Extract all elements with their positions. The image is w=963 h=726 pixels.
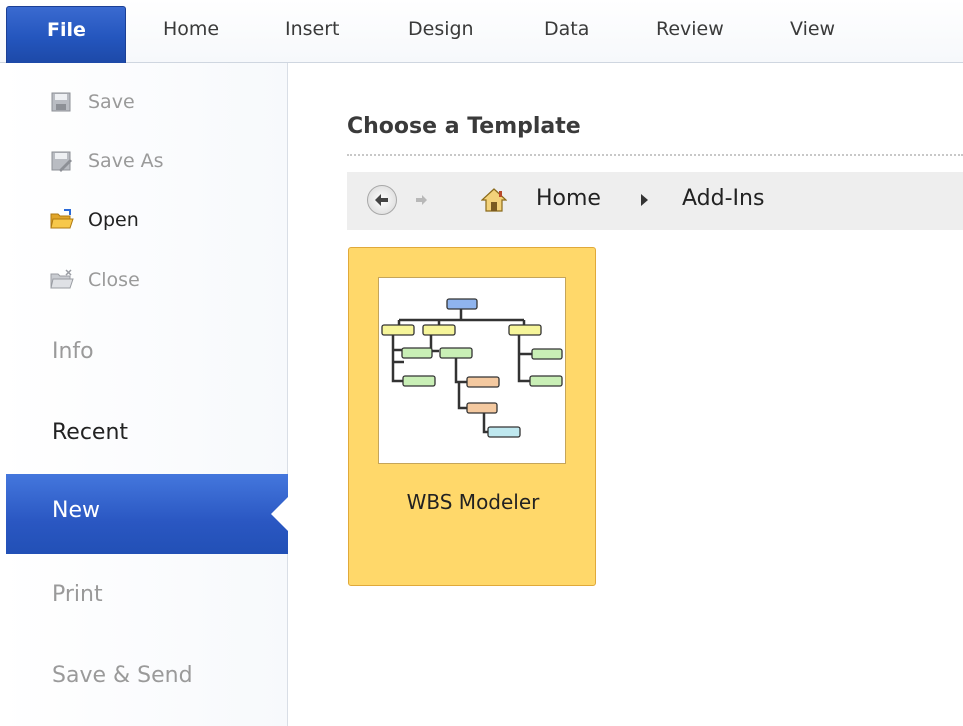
chevron-right-icon <box>641 194 648 206</box>
title-divider <box>347 154 963 156</box>
backstage-sidebar: Save Save As Open Close Info Recent New … <box>0 63 289 726</box>
breadcrumb: Home Add-Ins <box>347 172 963 230</box>
page-title: Choose a Template <box>347 114 581 139</box>
section-info[interactable]: Info <box>52 339 94 364</box>
open-folder-icon <box>50 209 74 231</box>
selection-arrow-icon <box>271 496 289 532</box>
section-recent[interactable]: Recent <box>52 420 128 445</box>
ribbon-tab-bar: File Home Insert Design Data Review View <box>0 0 963 63</box>
forward-button[interactable] <box>411 189 433 211</box>
breadcrumb-add-ins[interactable]: Add-Ins <box>682 186 764 211</box>
open-command[interactable]: Open <box>50 205 139 235</box>
save-icon <box>50 91 72 113</box>
template-thumbnail <box>378 277 566 464</box>
section-new[interactable]: New <box>6 474 289 554</box>
close-command[interactable]: Close <box>50 265 140 295</box>
save-command[interactable]: Save <box>50 87 135 117</box>
close-folder-icon <box>50 269 74 291</box>
home-icon[interactable] <box>480 187 508 213</box>
tab-insert[interactable]: Insert <box>285 18 340 40</box>
save-label: Save <box>88 91 135 113</box>
breadcrumb-home[interactable]: Home <box>536 186 601 211</box>
template-label: WBS Modeler <box>406 490 540 514</box>
section-save-send[interactable]: Save & Send <box>52 663 193 688</box>
save-as-command[interactable]: Save As <box>50 146 164 176</box>
arrow-left-icon <box>375 194 388 206</box>
save-as-icon <box>50 150 72 172</box>
close-label: Close <box>88 269 140 291</box>
template-tile-wbs-modeler[interactable]: WBS Modeler <box>348 247 596 586</box>
section-new-label: New <box>52 498 100 523</box>
save-as-label: Save As <box>88 150 164 172</box>
tab-file[interactable]: File <box>6 6 126 63</box>
wbs-diagram-thumbnail-icon <box>381 298 563 438</box>
arrow-right-icon <box>416 195 427 205</box>
tab-data[interactable]: Data <box>544 18 589 40</box>
tab-design[interactable]: Design <box>408 18 474 40</box>
tab-view[interactable]: View <box>790 18 835 40</box>
back-button[interactable] <box>367 185 397 215</box>
tab-review[interactable]: Review <box>656 18 724 40</box>
tab-home[interactable]: Home <box>163 18 219 40</box>
open-label: Open <box>88 209 139 231</box>
section-print[interactable]: Print <box>52 582 103 607</box>
